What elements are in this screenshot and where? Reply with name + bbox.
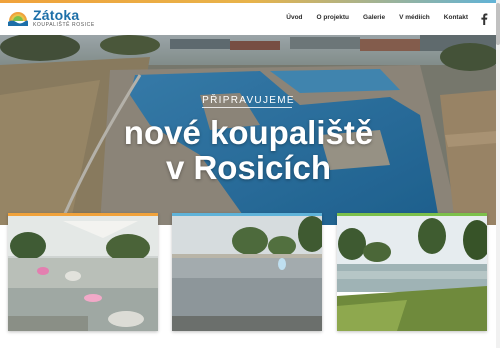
card-photo-pool — [172, 216, 322, 331]
hero-divider — [202, 107, 292, 108]
hero-title: nové koupaliště v Rosicích — [0, 115, 497, 185]
scrollbar-thumb[interactable] — [496, 3, 500, 45]
hero-title-line-2: v Rosicích — [165, 149, 332, 186]
nav-item-uvod[interactable]: Úvod — [286, 14, 302, 21]
site-logo[interactable]: Zátoka KOUPALIŠTĚ ROSICE — [7, 7, 95, 29]
brand-subtitle: KOUPALIŠTĚ ROSICE — [33, 22, 95, 28]
gallery-cards — [8, 213, 488, 333]
gallery-card-1[interactable] — [8, 213, 158, 331]
site-header: Zátoka KOUPALIŠTĚ ROSICE Úvod O projektu… — [0, 3, 500, 35]
gallery-card-2[interactable] — [172, 213, 322, 331]
brand-title: Zátoka — [33, 7, 80, 23]
facebook-icon[interactable] — [480, 12, 488, 25]
card-photo-playground — [8, 216, 158, 331]
hero-title-line-1: nové koupaliště — [123, 114, 374, 151]
nav-item-v-mediich[interactable]: V médiích — [399, 14, 430, 21]
nav-item-kontakt[interactable]: Kontakt — [444, 14, 468, 21]
hero-banner: PŘIPRAVUJEME nové koupaliště v Rosicích — [0, 35, 497, 225]
gallery-card-3[interactable] — [337, 213, 487, 331]
nav-item-galerie[interactable]: Galerie — [363, 14, 385, 21]
card-photo-lake — [337, 216, 487, 331]
nav-item-o-projektu[interactable]: O projektu — [317, 14, 350, 21]
logo-wave-icon — [7, 7, 29, 29]
hero-kicker: PŘIPRAVUJEME — [202, 95, 295, 106]
main-nav: Úvod O projektu Galerie V médiích Kontak… — [272, 14, 468, 21]
page-scrollbar[interactable] — [496, 0, 500, 348]
